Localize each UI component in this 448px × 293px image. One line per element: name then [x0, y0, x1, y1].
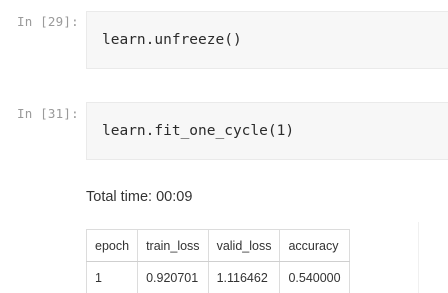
code-line: learn.fit_one_cycle(1) — [102, 123, 295, 139]
column-header-train-loss: train_loss — [137, 229, 209, 262]
code-input-area[interactable]: learn.unfreeze() — [86, 11, 448, 69]
column-header-epoch: epoch — [85, 229, 139, 262]
cell-accuracy: 0.540000 — [279, 261, 350, 293]
cell-valid-loss: 1.116462 — [207, 261, 281, 293]
code-line: learn.unfreeze() — [102, 32, 242, 48]
cell-prompt: In [29]: — [17, 14, 79, 29]
column-header-accuracy: accuracy — [279, 229, 350, 262]
table-row: 1 0.920701 1.116462 0.540000 — [85, 261, 350, 293]
cell-prompt: In [31]: — [17, 106, 79, 121]
column-header-valid-loss: valid_loss — [207, 229, 281, 262]
divider — [418, 222, 419, 293]
cell-train-loss: 0.920701 — [137, 261, 209, 293]
training-results-table: epoch train_loss valid_loss accuracy 1 0… — [85, 229, 350, 293]
code-input-area[interactable]: learn.fit_one_cycle(1) — [86, 102, 448, 160]
table-header-row: epoch train_loss valid_loss accuracy — [85, 229, 350, 262]
total-time-text: Total time: 00:09 — [86, 189, 193, 205]
cell-epoch: 1 — [85, 261, 139, 293]
